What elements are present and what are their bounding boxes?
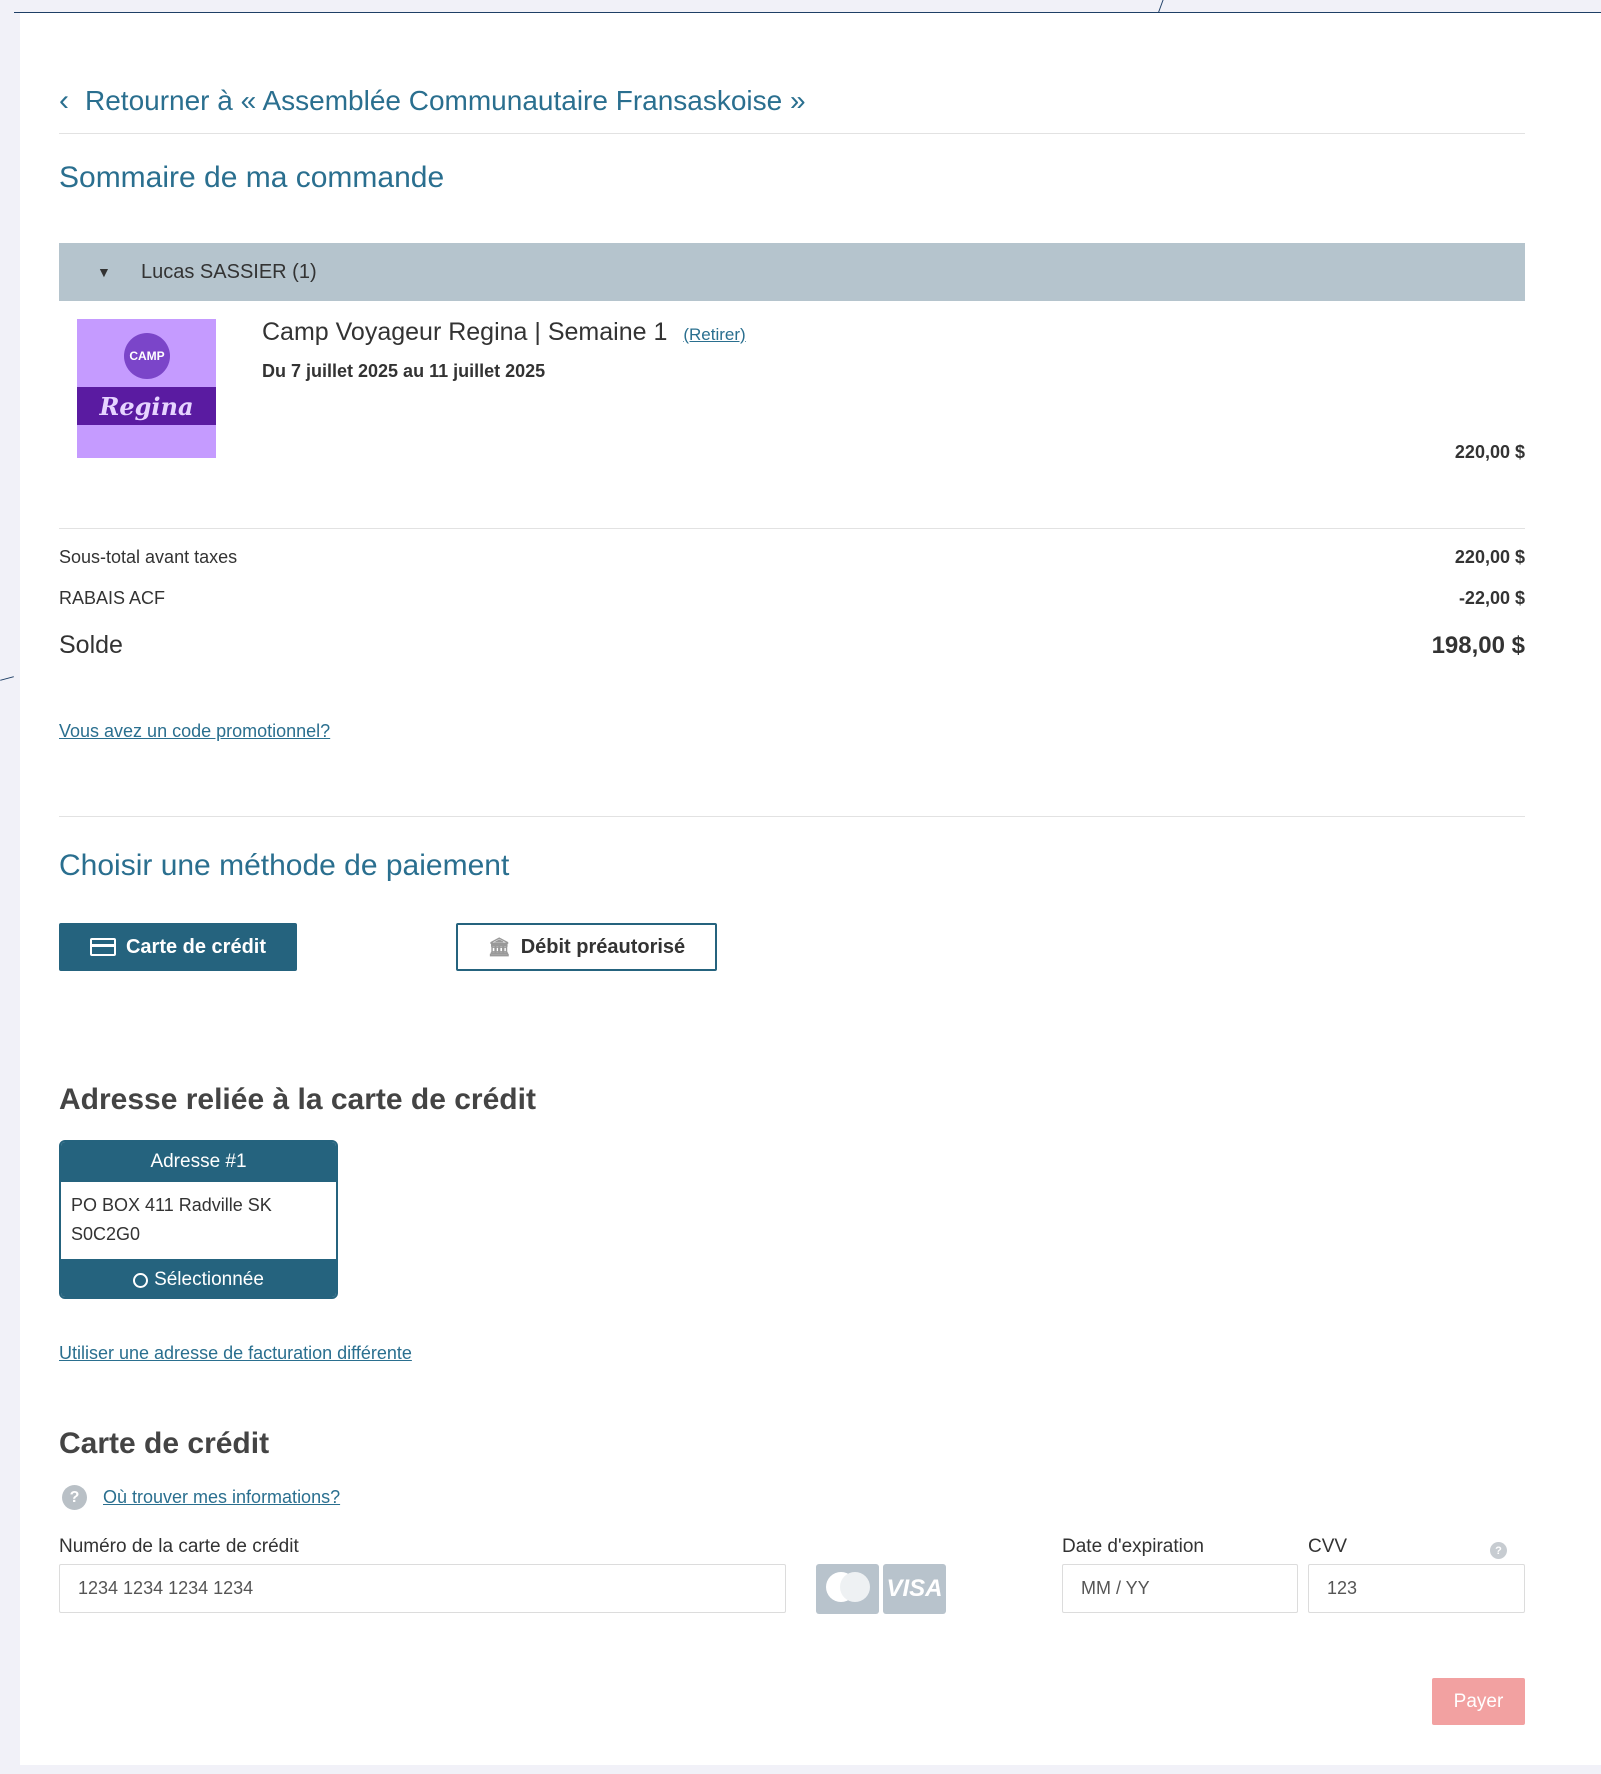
address-card-title: Adresse #1 xyxy=(61,1142,336,1182)
address-select-button[interactable]: Sélectionnée xyxy=(61,1259,336,1297)
subtotal-label: Sous-total avant taxes xyxy=(59,547,238,567)
different-billing-address-link[interactable]: Utiliser une adresse de facturation diff… xyxy=(59,1343,412,1364)
expiry-label: Date d'expiration xyxy=(1062,1536,1204,1557)
item-title-row: Camp Voyageur Regina | Semaine 1 (Retire… xyxy=(262,318,746,347)
discount-label: RABAIS ACF xyxy=(59,588,166,608)
card-help-row: ? Où trouver mes informations? xyxy=(62,1485,340,1510)
remove-item-link[interactable]: (Retirer) xyxy=(683,325,745,345)
back-link[interactable]: ‹ Retourner à « Assemblée Communautaire … xyxy=(59,85,806,117)
credit-card-title: Carte de crédit xyxy=(59,1427,270,1460)
divider xyxy=(59,528,1525,529)
credit-card-icon xyxy=(89,938,116,956)
preauthorized-debit-label: Débit préautorisé xyxy=(520,935,686,958)
address-title: Adresse reliée à la carte de crédit xyxy=(59,1083,536,1116)
subtotal-row: Sous-total avant taxes 220,00 $ xyxy=(59,547,1525,568)
pay-button[interactable]: Payer xyxy=(1432,1678,1525,1725)
credit-card-method-button[interactable]: Carte de crédit xyxy=(59,923,297,971)
balance-row: Solde 198,00 $ xyxy=(59,631,1525,660)
bank-icon: 🏛 xyxy=(487,936,511,957)
back-link-label: Retourner à « Assemblée Communautaire Fr… xyxy=(85,85,806,116)
promo-code-link[interactable]: Vous avez un code promotionnel? xyxy=(59,721,330,742)
address-card[interactable]: Adresse #1 PO BOX 411 Radville SK S0C2G0… xyxy=(59,1140,338,1299)
cvv-input[interactable] xyxy=(1308,1564,1525,1613)
divider xyxy=(59,133,1525,134)
camp-thumbnail: CAMP Regina xyxy=(77,319,216,458)
discount-value: -22,00 $ xyxy=(1458,588,1525,608)
discount-row: RABAIS ACF -22,00 $ xyxy=(59,588,1525,609)
credit-card-method-label: Carte de crédit xyxy=(125,935,267,958)
address-line-2: S0C2G0 xyxy=(71,1224,141,1244)
card-number-label: Numéro de la carte de crédit xyxy=(59,1536,299,1557)
address-selected-label: Sélectionnée xyxy=(154,1269,264,1290)
card-help-link[interactable]: Où trouver mes informations? xyxy=(103,1487,340,1508)
camp-logo-stamp: CAMP xyxy=(124,333,170,379)
item-dates: Du 7 juillet 2025 au 11 juillet 2025 xyxy=(262,361,546,381)
cvv-label: CVV xyxy=(1308,1536,1348,1557)
divider xyxy=(59,816,1525,817)
expiry-input[interactable] xyxy=(1062,1564,1298,1613)
caret-down-icon: ▼ xyxy=(97,264,111,280)
balance-label: Solde xyxy=(59,631,123,659)
checkout-panel: ‹ Retourner à « Assemblée Communautaire … xyxy=(20,13,1601,1765)
summary-title: Sommaire de ma commande xyxy=(59,161,445,194)
subtotal-value: 220,00 $ xyxy=(1454,547,1525,567)
item-title: Camp Voyageur Regina | Semaine 1 xyxy=(262,318,668,346)
decor-line-left xyxy=(0,676,14,681)
mastercard-icon xyxy=(816,1564,879,1614)
card-number-input[interactable] xyxy=(59,1564,786,1613)
balance-value: 198,00 $ xyxy=(1431,631,1525,659)
visa-icon: VISA xyxy=(883,1564,946,1614)
cvv-help-icon[interactable]: ? xyxy=(1490,1542,1507,1559)
payment-method-title: Choisir une méthode de paiement xyxy=(59,849,510,882)
radio-icon xyxy=(133,1272,149,1288)
person-name: Lucas SASSIER (1) xyxy=(141,260,317,283)
help-icon: ? xyxy=(62,1485,87,1510)
address-line-1: PO BOX 411 Radville SK xyxy=(71,1195,272,1215)
item-price: 220,00 $ xyxy=(1454,442,1525,462)
chevron-left-icon: ‹ xyxy=(59,84,69,117)
preauthorized-debit-button[interactable]: 🏛 Débit préautorisé xyxy=(456,923,717,971)
camp-logo-band: Regina xyxy=(77,387,216,425)
address-card-body: PO BOX 411 Radville SK S0C2G0 xyxy=(61,1182,336,1259)
person-group-toggle[interactable]: ▼ Lucas SASSIER (1) xyxy=(59,243,1525,301)
